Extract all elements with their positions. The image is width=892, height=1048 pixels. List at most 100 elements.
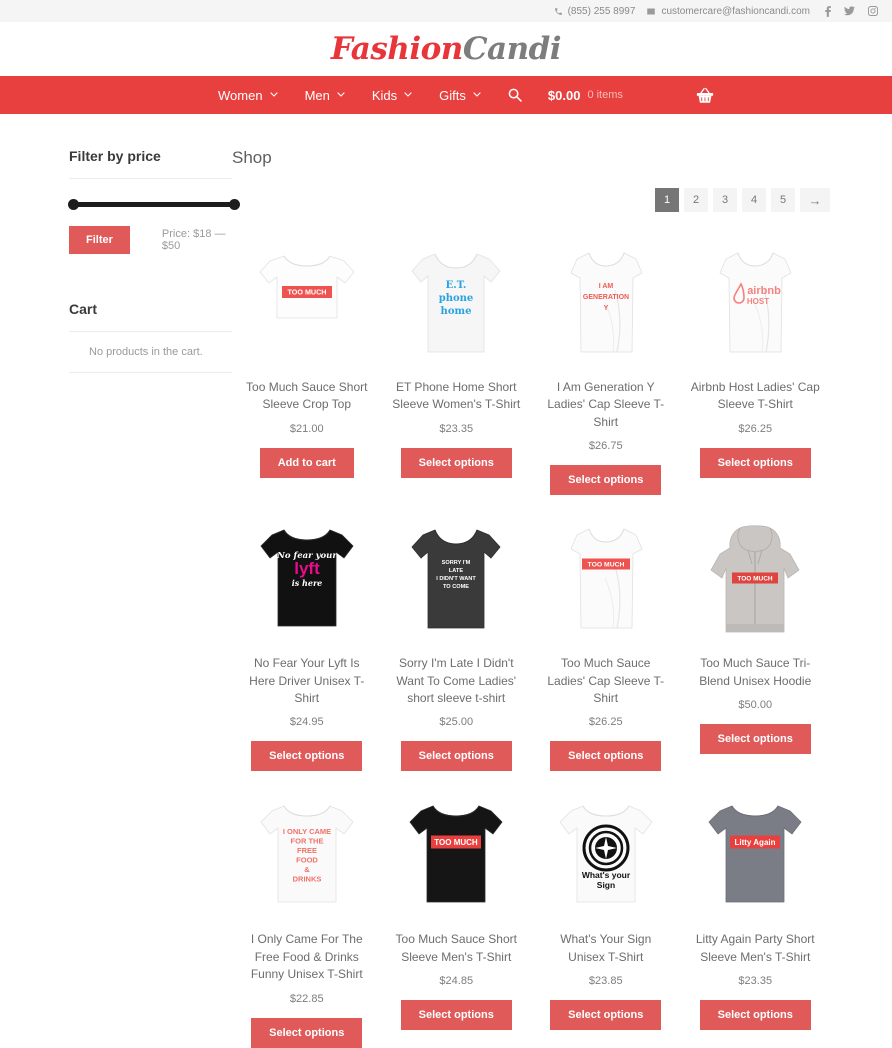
- svg-text:SORRY I'M: SORRY I'M: [442, 560, 471, 566]
- svg-text:TOO MUCH: TOO MUCH: [587, 561, 624, 568]
- product-price: $26.25: [738, 422, 773, 435]
- pagination-page-4[interactable]: 4: [742, 188, 766, 212]
- product-action-button[interactable]: Select options: [251, 741, 363, 772]
- price-range-label: Price: $18 — $50: [161, 228, 226, 252]
- product-image[interactable]: airbnb HOST: [687, 238, 825, 363]
- product-image[interactable]: E.T. phone home: [388, 238, 526, 363]
- product-image[interactable]: Litty Again: [687, 790, 825, 915]
- product-grid: TOO MUCH Too Much Sauce Short Sleeve Crop…: [232, 238, 830, 1048]
- product-title[interactable]: Too Much Sauce Tri-Blend Unisex Hoodie: [691, 655, 821, 690]
- svg-text:TOO MUCH: TOO MUCH: [287, 287, 326, 296]
- price-slider-handle-min[interactable]: [68, 199, 79, 210]
- logo-text-secondary: Candi: [462, 31, 562, 67]
- product-title[interactable]: No Fear Your Lyft Is Here Driver Unisex …: [242, 655, 372, 707]
- product-action-button[interactable]: Select options: [699, 447, 811, 478]
- product-title[interactable]: I Only Came For The Free Food & Drinks F…: [242, 931, 372, 983]
- nav-item-men[interactable]: Men: [305, 88, 345, 103]
- pagination: 1 2 3 4 5 →: [232, 188, 830, 212]
- site-logo[interactable]: FashionCandi: [330, 31, 562, 67]
- product-action-button[interactable]: Select options: [550, 741, 662, 772]
- svg-text:TOO MUCH: TOO MUCH: [435, 838, 479, 847]
- product-image[interactable]: TOO MUCH: [388, 790, 526, 915]
- nav-item-women[interactable]: Women: [218, 88, 278, 103]
- product-action-button[interactable]: Select options: [699, 723, 811, 754]
- pagination-page-1[interactable]: 1: [655, 188, 679, 212]
- instagram-icon[interactable]: [868, 6, 878, 16]
- product-action-button[interactable]: Add to cart: [259, 447, 354, 478]
- chevron-down-icon: [404, 90, 412, 98]
- divider: [69, 178, 232, 179]
- product-title[interactable]: Too Much Sauce Ladies' Cap Sleeve T-Shir…: [541, 655, 671, 707]
- product-action-button[interactable]: Select options: [550, 465, 662, 496]
- product-card: SORRY I'M LATE I DIDN'T WANT TO COME Sorry I…: [382, 514, 532, 772]
- product-card: What's your Sign What's Your Sign Unisex T…: [531, 790, 681, 1047]
- product-title[interactable]: Sorry I'm Late I Didn't Want To Come Lad…: [392, 655, 522, 707]
- svg-text:What's your: What's your: [582, 870, 631, 880]
- search-icon[interactable]: [508, 88, 522, 102]
- sidebar: Filter by price Filter Price: $18 — $50 …: [0, 148, 240, 1048]
- price-filter-widget: Filter by price Filter Price: $18 — $50: [68, 148, 240, 254]
- product-title[interactable]: Too Much Sauce Short Sleeve Crop Top: [242, 379, 372, 414]
- product-card: TOO MUCH Too Much Sauce Tri-Blend Unisex …: [681, 514, 831, 771]
- svg-text:Litty Again: Litty Again: [735, 838, 776, 847]
- pagination-page-3[interactable]: 3: [713, 188, 737, 212]
- product-image[interactable]: TOO MUCH: [687, 514, 825, 639]
- svg-text:GENERATION: GENERATION: [583, 294, 629, 301]
- product-image[interactable]: TOO MUCH: [537, 514, 675, 639]
- product-price: $26.75: [588, 440, 623, 453]
- nav-item-kids[interactable]: Kids: [372, 88, 412, 103]
- product-image[interactable]: What's your Sign: [537, 790, 675, 915]
- nav-label-women: Women: [218, 87, 263, 103]
- product-title[interactable]: Too Much Sauce Short Sleeve Men's T-Shir…: [392, 931, 522, 966]
- product-title[interactable]: I Am Generation Y Ladies' Cap Sleeve T-S…: [541, 379, 671, 431]
- twitter-icon[interactable]: [844, 6, 855, 16]
- product-price: $23.35: [439, 422, 474, 435]
- pagination-next-button[interactable]: →: [800, 188, 830, 212]
- filter-button[interactable]: Filter: [69, 226, 130, 254]
- product-action-button[interactable]: Select options: [400, 447, 512, 478]
- basket-icon[interactable]: [696, 87, 714, 104]
- phone-contact[interactable]: (855) 255 8997: [554, 5, 636, 17]
- logo-text-primary: Fashion: [330, 31, 463, 67]
- product-title[interactable]: What's Your Sign Unisex T-Shirt: [541, 931, 671, 966]
- phone-number: (855) 255 8997: [567, 5, 636, 17]
- product-title[interactable]: Airbnb Host Ladies' Cap Sleeve T-Shirt: [691, 379, 821, 414]
- price-slider-handle-max[interactable]: [229, 199, 240, 210]
- product-price: $24.95: [289, 716, 324, 729]
- pagination-page-5[interactable]: 5: [771, 188, 795, 212]
- product-card: TOO MUCH Too Much Sauce Ladies' Cap Sleev…: [531, 514, 681, 772]
- cart-total: $0.00: [547, 87, 581, 103]
- nav-label-men: Men: [304, 87, 330, 103]
- product-image[interactable]: TOO MUCH: [238, 238, 376, 363]
- product-action-button[interactable]: Select options: [550, 1000, 662, 1031]
- product-action-button[interactable]: Select options: [400, 741, 512, 772]
- email-contact[interactable]: customercare@fashioncandi.com: [646, 6, 810, 17]
- product-card: airbnb HOST Airbnb Host Ladies' Cap Sleeve…: [681, 238, 831, 495]
- cart-item-count: 0 items: [587, 89, 623, 101]
- product-image[interactable]: I ONLY CAME FOR THE FREE FOOD & DRINKS: [238, 790, 376, 915]
- svg-text:LATE: LATE: [449, 568, 463, 574]
- page-title: Shop: [232, 148, 272, 167]
- product-action-button[interactable]: Select options: [699, 1000, 811, 1031]
- product-title[interactable]: Litty Again Party Short Sleeve Men's T-S…: [691, 931, 821, 966]
- svg-text:E.T.: E.T.: [446, 280, 467, 291]
- svg-text:I ONLY CAME: I ONLY CAME: [283, 827, 331, 836]
- price-range-slider[interactable]: [68, 199, 240, 210]
- pagination-page-2[interactable]: 2: [684, 188, 708, 212]
- nav-item-gifts[interactable]: Gifts: [439, 88, 481, 103]
- filter-controls: Filter Price: $18 — $50: [69, 226, 232, 254]
- cart-empty-message: No products in the cart.: [69, 332, 232, 373]
- facebook-icon[interactable]: [825, 5, 831, 17]
- product-action-button[interactable]: Select options: [251, 1017, 363, 1048]
- product-price: $22.85: [289, 992, 324, 1005]
- product-image[interactable]: I AM GENERATION Y: [537, 238, 675, 363]
- cart-widget: Cart No products in the cart.: [69, 301, 232, 373]
- svg-text:TO COME: TO COME: [443, 584, 469, 590]
- svg-text:home: home: [441, 306, 472, 317]
- product-image[interactable]: No fear your lyft is here: [238, 514, 376, 639]
- product-title[interactable]: ET Phone Home Short Sleeve Women's T-Shi…: [392, 379, 522, 414]
- svg-text:lyft: lyft: [294, 559, 320, 578]
- email-address: customercare@fashioncandi.com: [661, 5, 810, 17]
- product-image[interactable]: SORRY I'M LATE I DIDN'T WANT TO COME: [388, 514, 526, 639]
- product-action-button[interactable]: Select options: [400, 1000, 512, 1031]
